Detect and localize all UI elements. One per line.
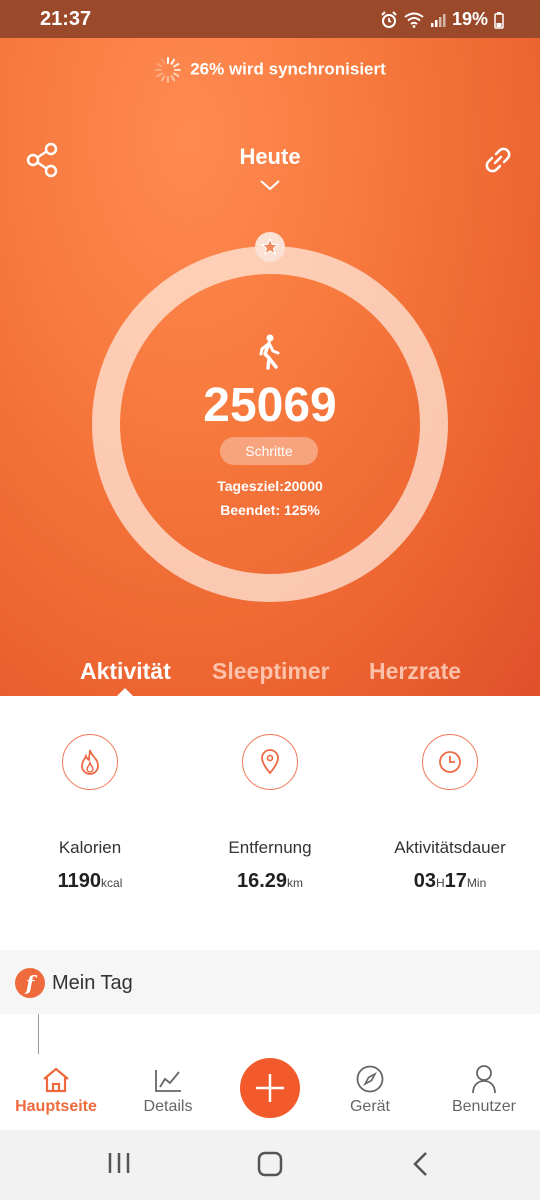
- nav-device[interactable]: Gerät: [316, 1054, 424, 1116]
- completed-text: Beendet: 125%: [220, 502, 320, 518]
- activity-metrics: Kalorien 1190kcal Entfernung 16.29km Akt…: [0, 696, 540, 950]
- app-logo-icon: f: [15, 968, 45, 998]
- battery-percent: 19%: [451, 9, 488, 29]
- goal-star-badge: [255, 232, 285, 262]
- duration-hours-unit: H: [435, 876, 445, 890]
- flame-icon: [81, 749, 99, 775]
- duration-metric[interactable]: Aktivitätsdauer 03H17Min: [360, 696, 540, 893]
- link-icon[interactable]: [482, 144, 514, 176]
- sync-status: 26% wird synchronisiert: [0, 56, 540, 84]
- duration-icon-circle: [422, 734, 478, 790]
- duration-minutes: 17: [444, 870, 467, 892]
- calories-value: 1190kcal: [0, 870, 180, 893]
- wifi-icon: [404, 12, 424, 28]
- status-icons: 19%: [380, 9, 504, 30]
- sync-text: 26% wird synchronisiert: [190, 59, 386, 79]
- bottom-navigation: Hauptseite Details Gerät Benutzer: [0, 1054, 540, 1130]
- walking-icon: [259, 334, 280, 370]
- nav-user[interactable]: Benutzer: [430, 1054, 538, 1116]
- steps-count: 25069: [203, 379, 337, 432]
- nav-device-label: Gerät: [349, 1098, 390, 1115]
- user-icon: [472, 1065, 496, 1094]
- plus-icon: [256, 1074, 284, 1102]
- status-time: 21:37: [40, 8, 92, 30]
- duration-value: 03H17Min: [360, 870, 540, 893]
- timeline-line: [38, 1014, 39, 1054]
- distance-value: 16.29km: [180, 870, 360, 893]
- status-bar: 21:37 19%: [0, 0, 540, 38]
- home-system-icon[interactable]: [256, 1150, 284, 1178]
- back-icon[interactable]: [410, 1150, 432, 1178]
- activity-hero: 26% wird synchronisiert Heute 25069 Schr…: [0, 38, 540, 696]
- clock-icon: [439, 751, 461, 773]
- distance-metric[interactable]: Entfernung 16.29km: [180, 696, 360, 893]
- distance-label: Entfernung: [228, 838, 312, 857]
- nav-home-label: Hauptseite: [15, 1098, 97, 1115]
- distance-icon-circle: [242, 734, 298, 790]
- active-tab-indicator: [116, 688, 134, 696]
- alarm-icon: [381, 10, 397, 28]
- tab-sleeptimer[interactable]: Sleeptimer: [212, 658, 330, 685]
- nav-home[interactable]: Hauptseite: [2, 1054, 110, 1116]
- battery-icon: [494, 11, 504, 29]
- chart-icon: [155, 1070, 181, 1092]
- system-navigation-bar: [0, 1130, 540, 1200]
- home-icon: [43, 1067, 69, 1093]
- add-button[interactable]: [240, 1058, 300, 1118]
- star-icon: [260, 237, 280, 256]
- calories-metric[interactable]: Kalorien 1190kcal: [0, 696, 180, 893]
- compass-icon: [356, 1065, 384, 1093]
- my-day-header[interactable]: f Mein Tag: [0, 956, 540, 1014]
- tab-aktivitaet[interactable]: Aktivität: [80, 658, 171, 685]
- calories-unit: kcal: [101, 876, 123, 890]
- distance-number: 16.29: [236, 870, 288, 892]
- duration-minutes-unit: Min: [466, 876, 487, 890]
- nav-details[interactable]: Details: [114, 1054, 222, 1116]
- duration-hours: 03: [413, 870, 436, 892]
- nav-details-label: Details: [143, 1098, 193, 1115]
- nav-user-label: Benutzer: [451, 1098, 517, 1115]
- calories-label: Kalorien: [58, 838, 122, 857]
- calories-icon-circle: [62, 734, 118, 790]
- steps-progress-ring[interactable]: 25069 Schritte Tagesziel:20000 Beendet: …: [92, 232, 448, 602]
- daily-goal-text: Tagesziel:20000: [217, 478, 323, 494]
- recent-apps-icon[interactable]: [107, 1150, 131, 1176]
- signal-icon: [430, 13, 446, 27]
- distance-unit: km: [287, 876, 304, 890]
- location-pin-icon: [261, 749, 279, 775]
- my-day-title: Mein Tag: [52, 972, 133, 994]
- sync-spinner-icon: [155, 57, 182, 83]
- calories-number: 1190: [57, 870, 102, 892]
- chevron-down-icon[interactable]: [259, 178, 281, 192]
- duration-label: Aktivitätsdauer: [394, 838, 506, 857]
- date-selector-title[interactable]: Heute: [0, 144, 540, 170]
- steps-label-pill: Schritte: [220, 437, 318, 465]
- tab-herzrate[interactable]: Herzrate: [369, 658, 461, 685]
- activity-tabs: Aktivität Sleeptimer Herzrate: [0, 658, 540, 696]
